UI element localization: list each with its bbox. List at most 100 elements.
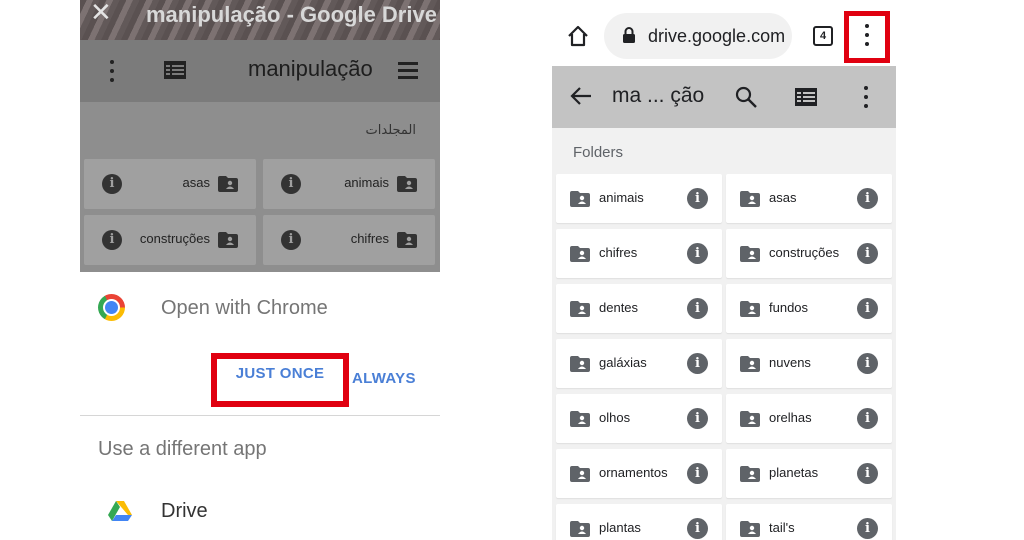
divider <box>80 415 440 416</box>
shared-folder-icon <box>740 246 760 262</box>
folder-card[interactable]: construções i <box>726 229 892 278</box>
folder-card[interactable]: fundos i <box>726 284 892 333</box>
folder-name: construções <box>769 245 840 260</box>
shared-folder-icon <box>740 411 760 427</box>
info-icon[interactable]: i <box>687 298 708 319</box>
always-button[interactable]: ALWAYS <box>352 370 416 387</box>
window-title: manipulação - Google Drive <box>146 2 437 27</box>
folder-name: ornamentos <box>599 465 668 480</box>
chrome-menu-icon[interactable] <box>863 24 871 46</box>
info-icon[interactable]: i <box>857 518 878 539</box>
search-icon[interactable] <box>735 86 757 108</box>
folder-card[interactable]: olhos i <box>556 394 722 443</box>
dimmed-drive-page: ✕ manipulação - Google Drive manipulação… <box>80 0 440 272</box>
folder-name: plantas <box>599 520 641 535</box>
info-icon[interactable]: i <box>687 408 708 429</box>
folder-name: asas <box>769 190 797 205</box>
close-icon: ✕ <box>90 0 112 27</box>
shared-folder-icon <box>740 466 760 482</box>
folder-name: chifres <box>350 231 389 246</box>
folder-card[interactable]: asas i <box>726 174 892 223</box>
folder-card[interactable]: animais i <box>556 174 722 223</box>
folder-name: asas <box>182 175 210 190</box>
folder-card: i chifres <box>263 215 435 265</box>
folder-title: ma ... ção <box>612 84 705 107</box>
info-icon[interactable]: i <box>687 463 708 484</box>
folder-card[interactable]: ornamentos i <box>556 449 722 498</box>
drive-toolbar: manipulação <box>80 40 440 102</box>
folder-card: i animais <box>263 159 435 209</box>
shared-folder-icon <box>740 301 760 317</box>
folder-card[interactable]: dentes i <box>556 284 722 333</box>
lock-icon <box>623 27 635 43</box>
folder-card: i construções <box>84 215 256 265</box>
folder-name: planetas <box>769 465 819 480</box>
info-icon[interactable]: i <box>857 298 878 319</box>
folder-name: olhos <box>599 410 631 425</box>
shared-folder-icon <box>570 466 590 482</box>
just-once-button[interactable]: JUST ONCE <box>211 353 349 407</box>
info-icon[interactable]: i <box>687 518 708 539</box>
folders-section-label: المجلدات <box>365 122 416 137</box>
chrome-drive-screen: drive.google.com 4 ma ... ção Folders an… <box>552 0 896 540</box>
folder-card[interactable]: galáxias i <box>556 339 722 388</box>
home-icon[interactable] <box>567 25 589 47</box>
open-with-chrome-label[interactable]: Open with Chrome <box>161 297 328 320</box>
shared-folder-icon <box>740 356 760 372</box>
folder-name: chifres <box>599 245 638 260</box>
app-chooser-screen: ✕ manipulação - Google Drive manipulação… <box>80 0 440 540</box>
info-icon: i <box>281 230 301 250</box>
more-options-icon <box>104 60 120 82</box>
info-icon[interactable]: i <box>857 243 878 264</box>
folders-section-label: Folders <box>573 144 624 161</box>
folder-title: manipulação <box>248 56 373 81</box>
shared-folder-icon <box>397 232 417 248</box>
shared-folder-icon <box>397 176 417 192</box>
back-arrow-icon[interactable] <box>570 86 592 106</box>
drive-app-option[interactable]: Drive <box>161 500 208 523</box>
shared-folder-icon <box>740 191 760 207</box>
hamburger-menu-icon <box>398 62 420 80</box>
info-icon[interactable]: i <box>687 243 708 264</box>
folder-card[interactable]: planetas i <box>726 449 892 498</box>
screenshot-stage: ✕ manipulação - Google Drive manipulação… <box>0 0 1024 540</box>
drive-web-toolbar: ma ... ção <box>552 66 896 128</box>
window-title-bar: ✕ manipulação - Google Drive <box>80 0 440 40</box>
info-icon[interactable]: i <box>857 408 878 429</box>
shared-folder-icon <box>218 232 238 248</box>
folder-card[interactable]: nuvens i <box>726 339 892 388</box>
folder-name: animais <box>599 190 644 205</box>
shared-folder-icon <box>570 411 590 427</box>
folder-card[interactable]: plantas i <box>556 504 722 540</box>
google-drive-icon <box>108 501 132 521</box>
more-options-icon[interactable] <box>862 86 870 108</box>
folder-card[interactable]: chifres i <box>556 229 722 278</box>
info-icon[interactable]: i <box>857 463 878 484</box>
folder-name: fundos <box>769 300 809 315</box>
shared-folder-icon <box>570 191 590 207</box>
shared-folder-icon <box>570 356 590 372</box>
folder-name: orelhas <box>769 410 812 425</box>
shared-folder-icon <box>740 521 760 537</box>
chrome-icon <box>98 294 125 321</box>
folder-card[interactable]: tail's i <box>726 504 892 540</box>
info-icon[interactable]: i <box>687 353 708 374</box>
info-icon[interactable]: i <box>687 188 708 209</box>
folder-card: i asas <box>84 159 256 209</box>
info-icon: i <box>102 230 122 250</box>
tab-switcher-icon[interactable]: 4 <box>813 26 833 46</box>
folder-name: construções <box>139 231 210 246</box>
folder-card[interactable]: orelhas i <box>726 394 892 443</box>
shared-folder-icon <box>218 176 238 192</box>
url-text[interactable]: drive.google.com <box>648 26 785 47</box>
info-icon: i <box>281 174 301 194</box>
info-icon[interactable]: i <box>857 188 878 209</box>
folder-name: galáxias <box>599 355 647 370</box>
use-different-app-label: Use a different app <box>98 438 267 460</box>
folder-name: dentes <box>599 300 639 315</box>
info-icon: i <box>102 174 122 194</box>
list-view-icon[interactable] <box>795 88 817 106</box>
info-icon[interactable]: i <box>857 353 878 374</box>
shared-folder-icon <box>570 301 590 317</box>
folder-name: tail's <box>769 520 795 535</box>
